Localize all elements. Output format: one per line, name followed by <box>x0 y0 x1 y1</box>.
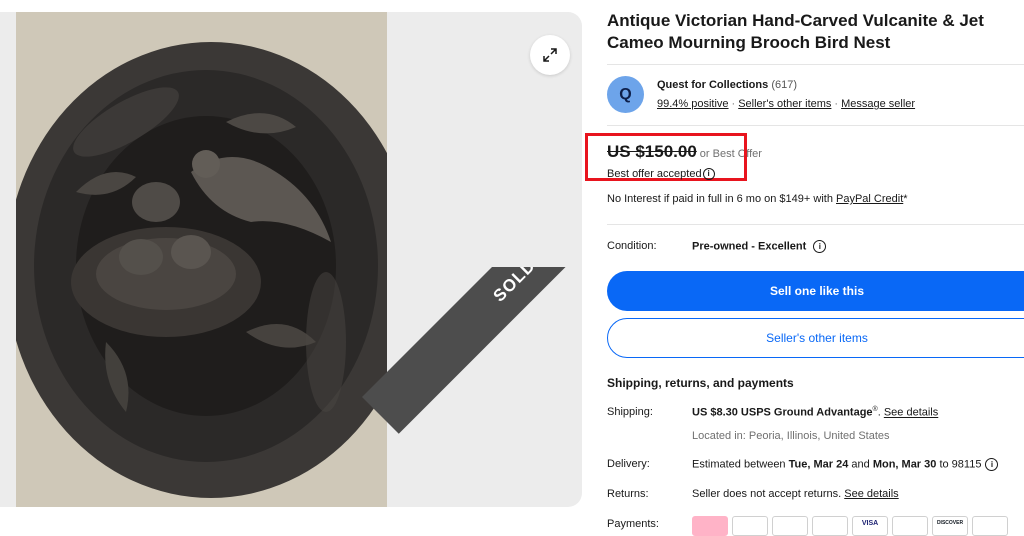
delivery-value: Estimated between Tue, Mar 24 and Mon, M… <box>692 458 999 471</box>
delivery-info-icon[interactable]: i <box>985 458 999 471</box>
payment-logos: VISA DISCOVER <box>692 516 1008 536</box>
returns-value: Seller does not accept returns. See deta… <box>692 488 899 500</box>
seller-card: Q Quest for Collections (617) 99.4% posi… <box>607 64 1024 126</box>
condition-text: Pre-owned - Excellent <box>692 240 807 253</box>
item-location: Located in: Peoria, Illinois, United Sta… <box>692 430 890 442</box>
paypal-credit-logo <box>772 516 808 536</box>
seller-other-items-link[interactable]: Seller's other items <box>738 98 831 110</box>
returns-see-details-link[interactable]: See details <box>844 488 898 500</box>
shipping-heading: Shipping, returns, and payments <box>607 376 794 390</box>
paypal-credit-link[interactable]: PayPal Credit <box>836 193 903 205</box>
sold-label: SOLD <box>489 267 540 306</box>
shipping-value: US $8.30 USPS Ground Advantage®. See det… <box>692 406 939 419</box>
brooch-image <box>16 12 387 507</box>
financing-suffix: * <box>903 193 908 205</box>
image-gallery: SOLD <box>0 12 582 507</box>
expand-icon <box>543 48 557 62</box>
divider <box>607 224 1024 225</box>
info-icon[interactable]: i <box>702 168 715 181</box>
sellers-other-items-button[interactable]: Seller's other items <box>607 318 1024 358</box>
condition-label: Condition: <box>607 240 657 252</box>
offer-accepted: Best offer accepted i <box>607 168 715 181</box>
sold-ribbon: SOLD <box>342 267 582 507</box>
discover-logo: DISCOVER <box>932 516 968 536</box>
shipping-cost: US $8.30 USPS Ground Advantage <box>692 406 873 419</box>
shipping-label: Shipping: <box>607 406 653 418</box>
delivery-date-start: Tue, Mar 24 <box>788 458 849 471</box>
expand-image-button[interactable] <box>530 35 570 75</box>
offer-accepted-text: Best offer accepted <box>607 168 702 180</box>
seller-name-text[interactable]: Quest for Collections <box>657 79 768 91</box>
financing-text: No Interest if paid in full in 6 mo on $… <box>607 193 836 205</box>
seller-feedback-count: (617) <box>771 79 797 91</box>
positive-feedback-link[interactable]: 99.4% positive <box>657 98 729 110</box>
sell-one-like-this-button[interactable]: Sell one like this <box>607 271 1024 311</box>
returns-label: Returns: <box>607 488 649 500</box>
diners-logo <box>972 516 1008 536</box>
shipping-see-details-link[interactable]: See details <box>884 407 938 419</box>
registered-mark: ® <box>872 406 878 413</box>
item-title: Antique Victorian Hand-Carved Vulcanite … <box>607 11 984 52</box>
visa-logo: VISA <box>852 516 888 536</box>
financing-note: No Interest if paid in full in 6 mo on $… <box>607 193 908 205</box>
condition-info-icon[interactable]: i <box>813 240 827 253</box>
item-photo[interactable] <box>16 12 387 507</box>
seller-name[interactable]: Quest for Collections (617) <box>657 79 797 91</box>
message-seller-link[interactable]: Message seller <box>841 98 915 110</box>
payments-label: Payments: <box>607 518 659 530</box>
mastercard-logo <box>892 516 928 536</box>
seller-avatar[interactable]: Q <box>607 76 644 113</box>
google-pay-logo <box>812 516 848 536</box>
afterpay-logo <box>692 516 728 536</box>
paypal-logo <box>732 516 768 536</box>
price-block: US $150.00 or Best Offer Best offer accep… <box>585 133 1024 181</box>
condition-value: Pre-owned - Excellent i <box>692 240 827 253</box>
delivery-label: Delivery: <box>607 458 650 470</box>
seller-links: 99.4% positive · Seller's other items · Mess… <box>657 98 916 110</box>
delivery-date-end: Mon, Mar 30 <box>872 458 937 471</box>
